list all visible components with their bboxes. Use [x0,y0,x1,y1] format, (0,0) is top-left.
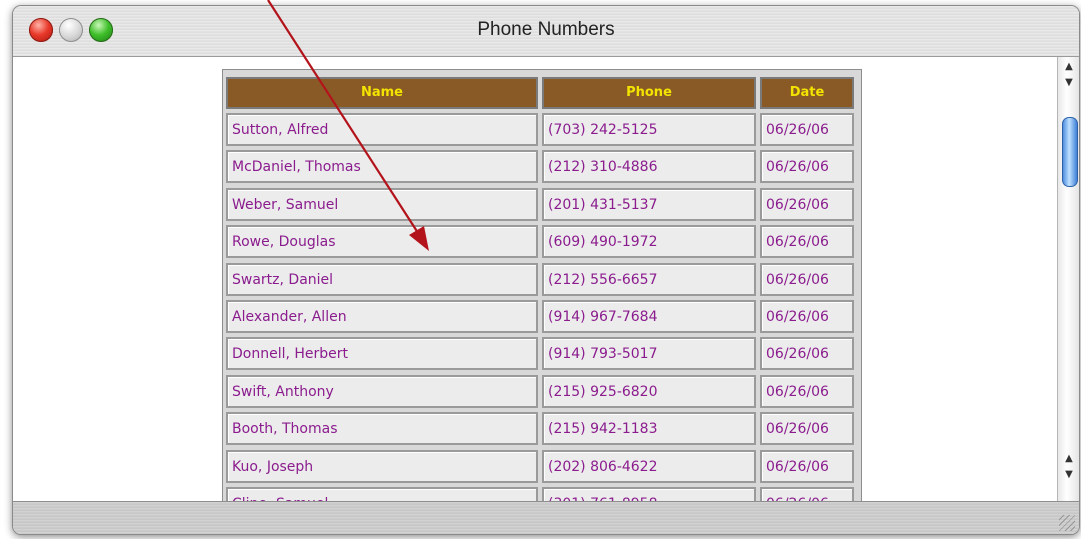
annotation-arrow-line [267,0,421,237]
annotation-arrow-head [409,226,429,251]
annotation-arrow-icon [267,0,429,251]
